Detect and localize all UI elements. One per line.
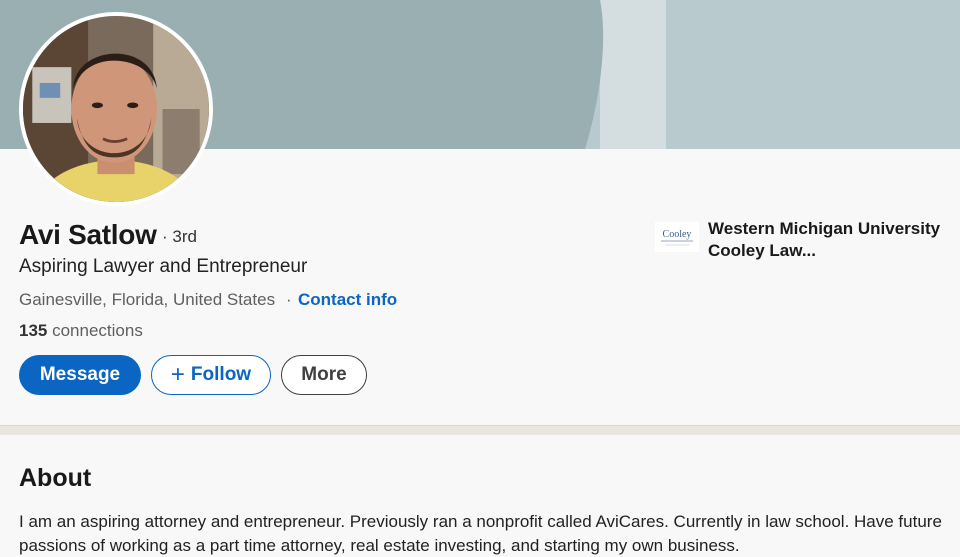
- message-button-label: Message: [39, 364, 121, 385]
- more-button-label: More: [301, 364, 347, 385]
- profile-headline: Aspiring Lawyer and Entrepreneur: [19, 256, 308, 277]
- profile-name: Avi Satlow: [19, 219, 157, 250]
- school-name[interactable]: Western Michigan University Cooley Law..…: [708, 218, 948, 262]
- profile-avatar[interactable]: [19, 12, 213, 206]
- connections-number: 135: [19, 321, 48, 340]
- contact-info-link[interactable]: Contact info: [298, 290, 397, 310]
- location-separator: ·: [286, 290, 292, 309]
- about-text: I am an aspiring attorney and entreprene…: [19, 512, 942, 555]
- follow-button-label: Follow: [190, 364, 252, 385]
- follow-button[interactable]: + Follow: [151, 355, 271, 395]
- connections-label: connections: [47, 321, 143, 340]
- message-button[interactable]: Message: [19, 355, 141, 395]
- more-button[interactable]: More: [281, 355, 367, 395]
- school-logo[interactable]: Cooley: [655, 222, 699, 252]
- plus-icon: +: [170, 361, 185, 388]
- section-divider: [0, 425, 960, 435]
- connections-count[interactable]: 135 connections: [19, 321, 143, 341]
- about-title: About: [19, 464, 92, 492]
- school-logo-text: Cooley: [663, 229, 692, 240]
- connection-degree: · 3rd: [162, 227, 197, 246]
- profile-location: Gainesville, Florida, United States: [19, 290, 276, 309]
